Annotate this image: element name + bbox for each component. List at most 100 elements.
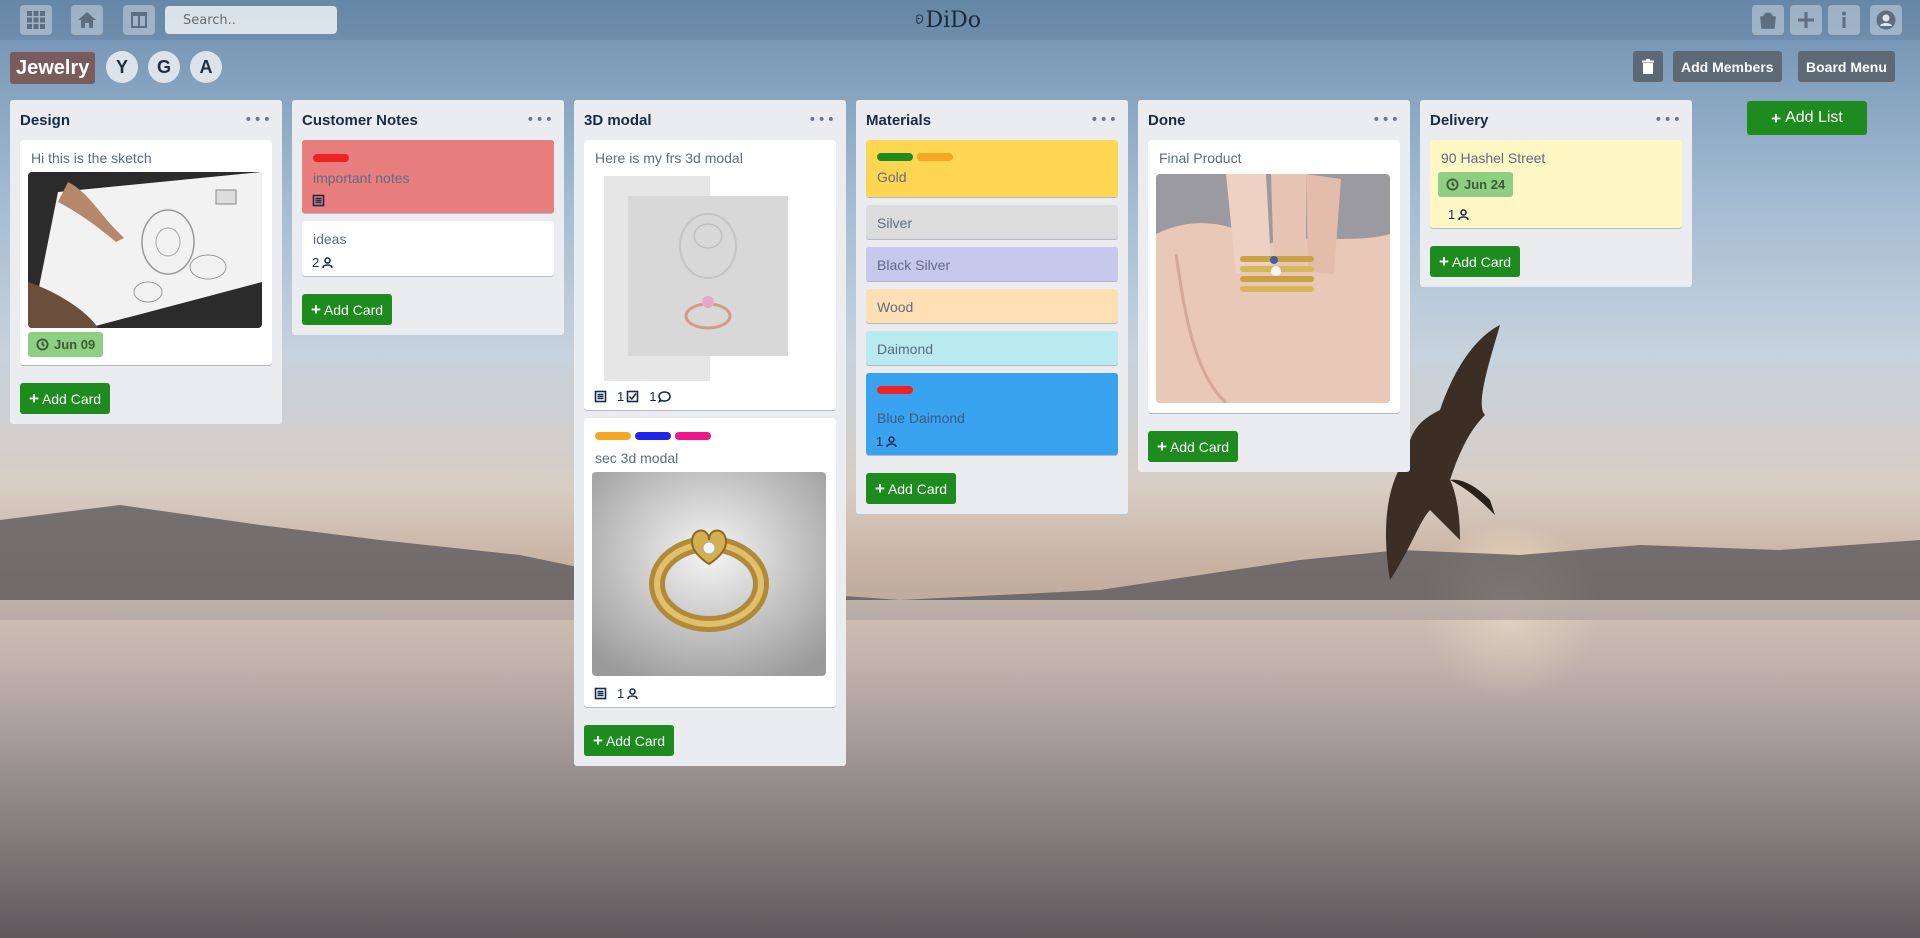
card-title: Hi this is the sketch bbox=[31, 150, 152, 166]
add-card-button[interactable]: + Add Card bbox=[302, 294, 393, 325]
list-title: Design bbox=[20, 111, 71, 129]
description-icon bbox=[312, 194, 325, 207]
add-list-button[interactable]: + Add List bbox=[1747, 101, 1867, 135]
profile-button[interactable] bbox=[1870, 5, 1902, 35]
due-date-badge[interactable]: Jun 09 bbox=[28, 332, 104, 357]
list-customer-notes: Customer Notes ••• important notes ideas… bbox=[292, 100, 564, 335]
list-done: Done ••• Final Product + Add Card bbox=[1138, 100, 1410, 472]
card-delivery-address[interactable]: 90 Hashel Street Jun 24 1 bbox=[1430, 140, 1682, 228]
delete-board-button[interactable] bbox=[1633, 51, 1663, 82]
card-label bbox=[675, 432, 711, 440]
description-icon bbox=[594, 687, 607, 700]
home-icon bbox=[78, 12, 96, 28]
list-title: Customer Notes bbox=[302, 111, 418, 129]
member-avatar[interactable]: A bbox=[190, 51, 222, 83]
clock-icon bbox=[36, 338, 49, 351]
card-sketch[interactable]: Hi this is the sketch Jun 09 bbox=[20, 140, 272, 365]
list-title: 3D modal bbox=[584, 111, 652, 129]
comment-icon bbox=[658, 391, 672, 403]
grid-icon bbox=[27, 11, 45, 29]
bag-icon bbox=[1760, 12, 1776, 29]
create-button[interactable] bbox=[1790, 5, 1822, 35]
card-label bbox=[313, 154, 349, 162]
add-card-button[interactable]: + Add Card bbox=[866, 473, 957, 504]
due-date-text: Jun 24 bbox=[1464, 177, 1506, 192]
apps-grid-button[interactable] bbox=[20, 5, 52, 35]
card-title: 90 Hashel Street bbox=[1441, 150, 1546, 166]
member-avatar[interactable]: G bbox=[148, 51, 180, 83]
members-badge: 1 bbox=[617, 686, 639, 701]
card-blue-daimond[interactable]: Blue Daimond 1 bbox=[866, 373, 1118, 455]
description-icon bbox=[594, 390, 607, 403]
members-badge: 2 bbox=[312, 255, 334, 270]
user-icon bbox=[886, 436, 898, 448]
list-menu-button[interactable]: ••• bbox=[244, 112, 272, 128]
card-daimond[interactable]: Daimond bbox=[866, 331, 1118, 365]
card-label bbox=[595, 432, 631, 440]
checkbox-icon bbox=[626, 390, 639, 403]
3d-modal-image bbox=[604, 176, 794, 381]
app-logo: DiDo bbox=[915, 4, 981, 36]
card-final-product[interactable]: Final Product bbox=[1148, 140, 1400, 413]
card-second-3d-modal[interactable]: sec 3d modal 1 bbox=[584, 418, 836, 707]
due-date-text: Jun 09 bbox=[54, 337, 96, 352]
member-avatar[interactable]: Y bbox=[106, 51, 138, 83]
sketch-image bbox=[28, 172, 262, 328]
card-title: Blue Daimond bbox=[877, 410, 965, 426]
board-title[interactable]: Jewelry bbox=[10, 52, 96, 84]
clock-icon bbox=[1446, 178, 1459, 191]
home-button[interactable] bbox=[71, 5, 103, 35]
members-badge: 1 bbox=[876, 434, 898, 449]
card-first-3d-modal[interactable]: Here is my frs 3d modal 1 1 bbox=[584, 140, 836, 410]
add-card-button[interactable]: + Add Card bbox=[584, 725, 675, 756]
add-members-button[interactable]: Add Members bbox=[1673, 51, 1782, 82]
list-title: Delivery bbox=[1430, 111, 1489, 129]
notifications-button[interactable] bbox=[1752, 5, 1784, 35]
card-silver[interactable]: Silver bbox=[866, 205, 1118, 239]
card-label bbox=[877, 386, 913, 394]
list-title: Materials bbox=[866, 111, 932, 129]
comments-badge: 1 bbox=[649, 389, 672, 404]
card-title: ideas bbox=[313, 231, 347, 247]
members-badge: 1 bbox=[1448, 207, 1470, 222]
user-icon bbox=[627, 688, 639, 700]
list-delivery: Delivery ••• 90 Hashel Street Jun 24 1 +… bbox=[1420, 100, 1692, 287]
list-title: Done bbox=[1148, 111, 1186, 129]
card-gold[interactable]: Gold bbox=[866, 140, 1118, 197]
list-design: Design ••• Hi this is the sketch Jun 09 … bbox=[10, 100, 282, 424]
gold-ring-image bbox=[592, 472, 826, 676]
card-title: Daimond bbox=[877, 341, 934, 357]
boards-button[interactable] bbox=[123, 5, 155, 35]
list-materials: Materials ••• Gold Silver Black Silver W… bbox=[856, 100, 1128, 514]
add-card-button[interactable]: + Add Card bbox=[20, 383, 111, 414]
search-input[interactable] bbox=[165, 6, 337, 34]
info-icon bbox=[1842, 11, 1846, 28]
card-important-notes[interactable]: important notes bbox=[302, 140, 554, 213]
card-label bbox=[877, 153, 913, 161]
card-title: Wood bbox=[877, 299, 914, 315]
card-title: Here is my frs 3d modal bbox=[595, 150, 743, 166]
card-label bbox=[917, 153, 953, 161]
card-title: Silver bbox=[877, 215, 913, 231]
checklist-badge: 1 bbox=[617, 389, 639, 404]
list-menu-button[interactable]: ••• bbox=[526, 112, 554, 128]
card-title: sec 3d modal bbox=[595, 450, 679, 466]
list-menu-button[interactable]: ••• bbox=[1654, 112, 1682, 128]
list-menu-button[interactable]: ••• bbox=[1372, 112, 1400, 128]
card-wood[interactable]: Wood bbox=[866, 289, 1118, 323]
info-button[interactable] bbox=[1828, 5, 1860, 35]
trash-icon bbox=[1642, 58, 1654, 74]
list-menu-button[interactable]: ••• bbox=[808, 112, 836, 128]
card-title: Gold bbox=[877, 169, 907, 185]
user-icon bbox=[322, 257, 334, 269]
due-date-badge[interactable]: Jun 24 bbox=[1438, 172, 1514, 197]
add-card-button[interactable]: + Add Card bbox=[1148, 431, 1239, 462]
card-title: Black Silver bbox=[877, 257, 951, 273]
card-ideas[interactable]: ideas 2 bbox=[302, 221, 554, 276]
add-card-button[interactable]: + Add Card bbox=[1430, 246, 1521, 277]
board-icon bbox=[131, 12, 147, 28]
card-black-silver[interactable]: Black Silver bbox=[866, 247, 1118, 281]
board-menu-button[interactable]: Board Menu bbox=[1798, 51, 1895, 82]
list-menu-button[interactable]: ••• bbox=[1090, 112, 1118, 128]
card-title: Final Product bbox=[1159, 150, 1242, 166]
